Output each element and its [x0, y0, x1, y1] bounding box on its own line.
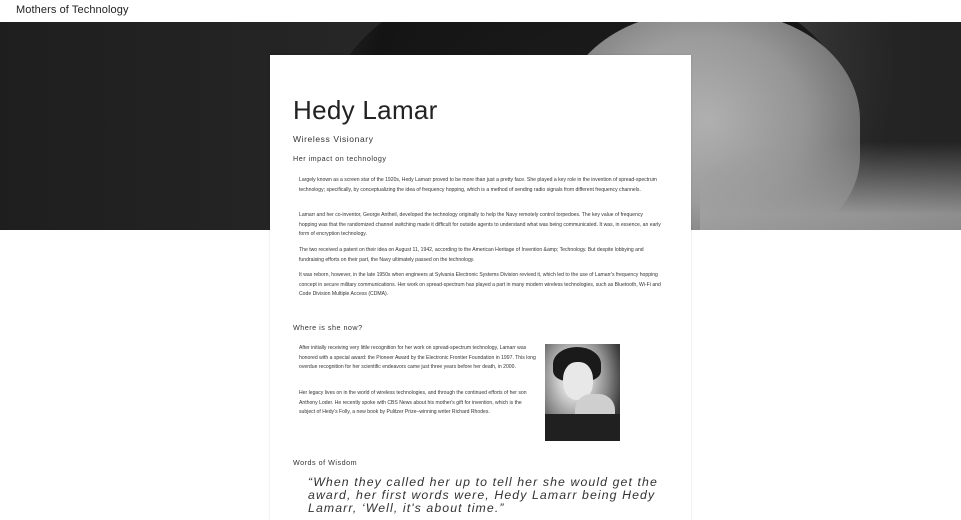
- portrait-photo: [545, 344, 620, 441]
- impact-heading: Her impact on technology: [293, 154, 387, 163]
- impact-paragraph: It was reborn, however, in the late 1950…: [299, 272, 661, 298]
- site-title[interactable]: Mothers of Technology: [16, 4, 129, 16]
- quote-text: “When they called her up to tell her she…: [308, 475, 658, 515]
- article-subtitle: Wireless Visionary: [293, 134, 374, 144]
- now-paragraph: Her legacy lives on in the world of wire…: [299, 390, 527, 416]
- impact-paragraph: The two received a patent on their idea …: [299, 247, 644, 263]
- impact-paragraph: Lamarr and her co-inventor, George Anthe…: [299, 212, 661, 238]
- top-bar: Mothers of Technology: [0, 0, 961, 22]
- wisdom-heading: Words of Wisdom: [293, 458, 358, 467]
- photo-dress-shape: [545, 414, 620, 441]
- article-card: Hedy Lamar Wireless Visionary Her impact…: [270, 55, 691, 520]
- now-paragraph: After initially receiving very little re…: [299, 345, 536, 371]
- article-title: Hedy Lamar: [293, 95, 438, 125]
- now-heading: Where is she now?: [293, 323, 363, 332]
- impact-paragraph: Largely known as a screen star of the 19…: [299, 177, 657, 193]
